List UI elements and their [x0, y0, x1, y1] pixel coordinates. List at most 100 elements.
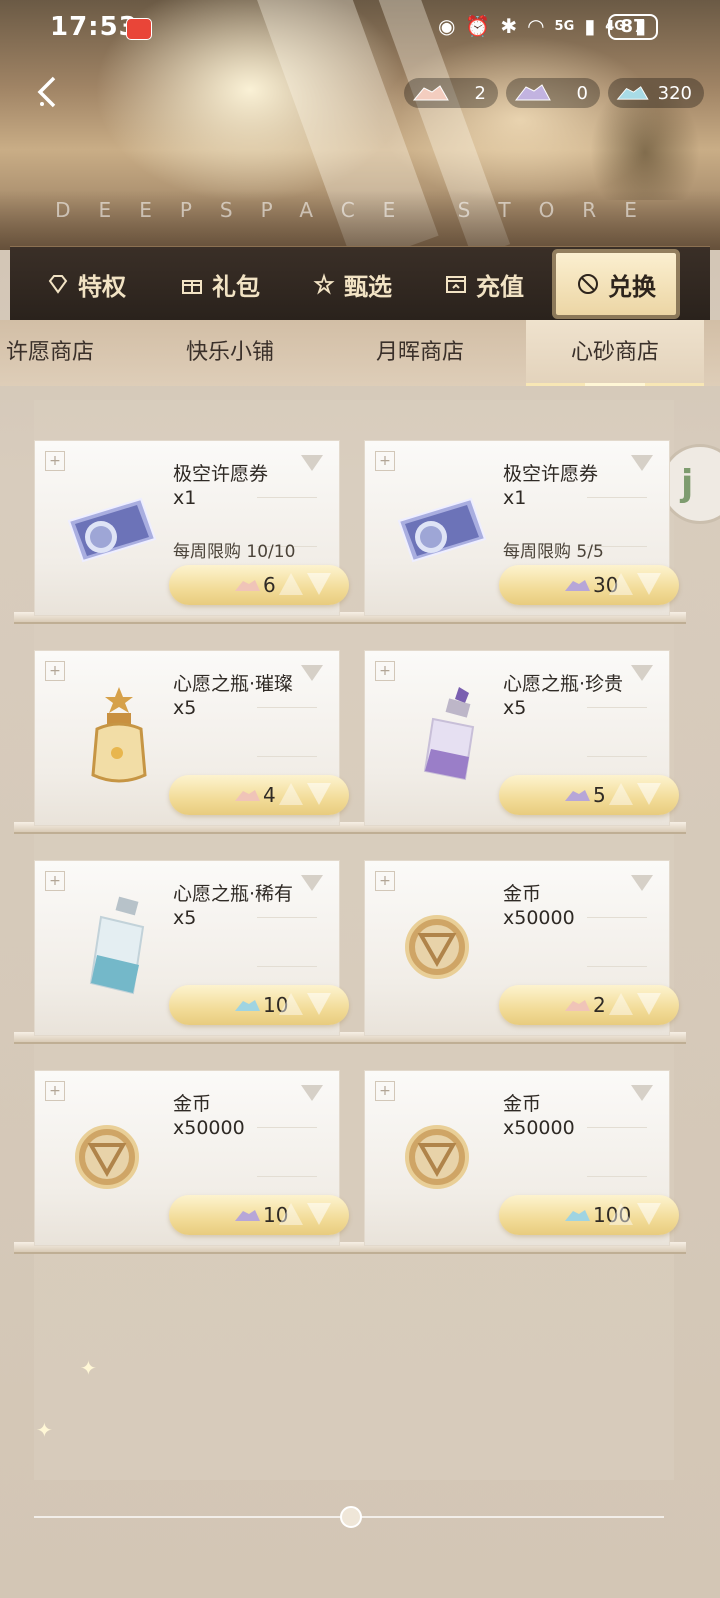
signal-bars-icon: ▮ [584, 14, 596, 38]
shop-item-card[interactable]: + 极空许愿券 x1 每周限购 5/5 30 [364, 440, 679, 616]
item-quantity: x5 [503, 697, 527, 719]
currency-blue[interactable]: 320 [608, 78, 704, 108]
buy-button[interactable]: 4 [169, 775, 349, 815]
blue-crystal-sand-icon [235, 1000, 260, 1011]
item-quantity: x5 [173, 697, 197, 719]
plus-icon: + [375, 1081, 395, 1101]
buy-button[interactable]: 30 [499, 565, 679, 605]
item-name: 心愿之瓶·稀有 [173, 883, 294, 905]
buy-button[interactable]: 5 [499, 775, 679, 815]
gold-coin-icon [405, 915, 469, 979]
item-quantity: x1 [503, 487, 527, 509]
plus-icon: + [45, 1081, 65, 1101]
sub-tab-heart-sand-shop[interactable]: 心砂商店 [526, 320, 704, 386]
sub-tab-moonlight-shop[interactable]: 月晖商店 [350, 320, 490, 386]
currency-bar: 2 0 320 [404, 78, 704, 108]
plus-icon: + [45, 871, 65, 891]
buy-button[interactable]: 10 [169, 1195, 349, 1235]
purple-crystal-sand-icon [514, 84, 551, 101]
brand-triangle-icon [301, 1085, 323, 1101]
purple-crystal-sand-icon [565, 580, 590, 591]
purple-wish-bottle-icon [423, 687, 475, 781]
item-name: 极空许愿券 [173, 463, 269, 485]
item-purchase-limit: 每周限购 5/5 [503, 542, 604, 562]
sub-tab-wish-shop[interactable]: 许愿商店 [0, 320, 120, 386]
blue-crystal-sand-icon [616, 86, 649, 100]
category-label: 特权 [78, 272, 126, 301]
blue-crystal-sand-icon [565, 1210, 590, 1221]
plus-icon: + [375, 871, 395, 891]
brand-triangle-icon [301, 455, 323, 471]
wish-ticket-icon [397, 497, 487, 563]
app-notification-icon [126, 18, 152, 40]
plus-icon: + [375, 451, 395, 471]
currency-pink[interactable]: 2 [404, 78, 498, 108]
item-price: 4 [263, 783, 276, 807]
item-name: 金币 [173, 1093, 212, 1115]
category-label: 礼包 [212, 272, 260, 301]
item-quantity: x5 [173, 907, 197, 929]
gift-icon [182, 280, 202, 294]
item-name: 心愿之瓶·璀璨 [173, 673, 294, 695]
brand-triangle-icon [631, 1085, 653, 1101]
currency-blue-value: 320 [657, 82, 692, 104]
shop-item-card[interactable]: + 金币 x50000 100 [364, 1070, 679, 1246]
buy-button[interactable]: 2 [499, 985, 679, 1025]
item-quantity: x50000 [173, 1117, 245, 1139]
assistant-letter: j [681, 463, 694, 504]
category-bar: 特权 礼包 甄选 充值 兑换 [10, 246, 710, 320]
sparkle-icon: ✦ [36, 1418, 53, 1442]
shop-item-card[interactable]: + 心愿之瓶·稀有 x5 10 [34, 860, 349, 1036]
item-name: 心愿之瓶·珍贵 [503, 673, 624, 695]
buy-button[interactable]: 10 [169, 985, 349, 1025]
category-privilege[interactable]: 特权 [46, 247, 126, 321]
signal-5g-label: 5G [554, 18, 575, 34]
brand-triangle-icon [301, 665, 323, 681]
currency-purple-value: 0 [576, 82, 588, 104]
diamond-icon [48, 275, 68, 294]
item-name: 极空许愿券 [503, 463, 599, 485]
exchange-icon [578, 274, 598, 294]
gold-coin-icon [405, 1125, 469, 1189]
category-exchange[interactable]: 兑换 [556, 253, 676, 315]
item-price: 5 [593, 783, 606, 807]
brand-triangle-icon [301, 875, 323, 891]
category-recharge[interactable]: 充值 [444, 247, 524, 321]
back-arrow-icon [37, 76, 56, 108]
shop-item-card[interactable]: + 金币 x50000 2 [364, 860, 679, 1036]
shop-item-card[interactable]: + 极空许愿券 x1 每周限购 10/10 6 [34, 440, 349, 616]
shop-item-card[interactable]: + 心愿之瓶·璀璨 x5 4 [34, 650, 349, 826]
shop-item-card[interactable]: + 心愿之瓶·珍贵 x5 5 [364, 650, 679, 826]
category-label: 兑换 [608, 272, 656, 301]
gold-coin-icon [75, 1125, 139, 1189]
pink-crystal-sand-icon [565, 1000, 590, 1011]
item-quantity: x50000 [503, 907, 575, 929]
sparkle-icon: ✦ [80, 1356, 97, 1380]
star-frame-icon [313, 273, 335, 295]
brand-triangle-icon [631, 875, 653, 891]
eye-icon: ◉ [437, 14, 456, 38]
sub-tab-happy-shop[interactable]: 快乐小铺 [160, 320, 300, 386]
currency-pink-value: 2 [474, 82, 486, 104]
buy-button[interactable]: 6 [169, 565, 349, 605]
buy-button[interactable]: 100 [499, 1195, 679, 1235]
scroll-indicator [340, 1506, 362, 1528]
brand-triangle-icon [631, 665, 653, 681]
plus-icon: + [45, 661, 65, 681]
back-button[interactable] [30, 72, 66, 112]
shop-item-card[interactable]: + 金币 x50000 10 [34, 1070, 349, 1246]
currency-purple[interactable]: 0 [506, 78, 600, 108]
item-price: 2 [593, 993, 606, 1017]
category-gift[interactable]: 礼包 [180, 247, 260, 321]
battery-indicator: 87 [608, 14, 658, 40]
alarm-icon: ⏰ [465, 14, 491, 38]
recharge-icon [446, 276, 466, 293]
category-label: 甄选 [344, 272, 392, 301]
side-decoration-text [686, 560, 698, 1000]
category-label: 充值 [476, 272, 524, 301]
status-bar: 17:53 ◉ ⏰ ✱ ◠ 5G ▮ 4G ▮ 87 [0, 0, 720, 56]
category-select[interactable]: 甄选 [312, 247, 392, 321]
pink-crystal-sand-icon [412, 85, 449, 101]
blue-wish-bottle-icon [89, 896, 145, 995]
item-price: 6 [263, 573, 276, 597]
